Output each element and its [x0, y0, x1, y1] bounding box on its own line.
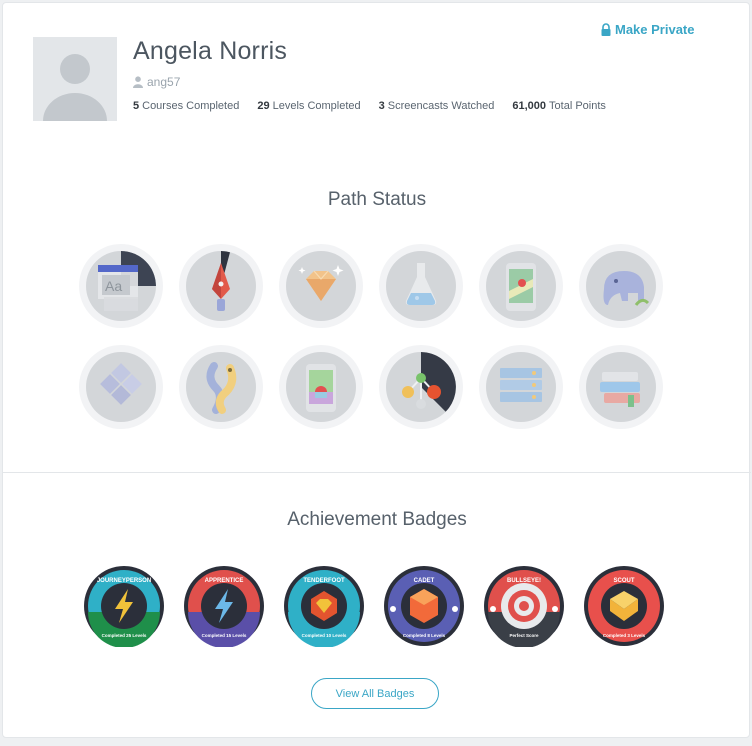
badge-bullseye[interactable]: BULLSEYE! Perfect Score	[483, 565, 565, 648]
make-private-link[interactable]: Make Private	[601, 22, 695, 37]
stat-levels: 29 Levels Completed	[257, 100, 361, 112]
badge-subtitle: Completed 10 Levels	[302, 633, 347, 638]
path-php[interactable]	[579, 244, 663, 328]
make-private-label: Make Private	[615, 22, 695, 37]
badge-cadet[interactable]: CADET Completed 8 Levels	[383, 565, 465, 647]
books-stack-icon	[600, 372, 640, 407]
stat-screencasts: 3 Screencasts Watched	[378, 100, 495, 112]
elephant-icon	[603, 271, 650, 306]
badge-title: APPRENTICE	[205, 578, 244, 584]
user-icon	[133, 76, 143, 88]
avatar-placeholder-icon	[33, 37, 117, 121]
path-science[interactable]	[379, 244, 463, 328]
mobile-app-icon	[306, 364, 336, 412]
profile-stats: 5 Courses Completed 29 Levels Completed 3S…	[133, 100, 606, 112]
lock-icon	[601, 23, 611, 36]
typography-icon: Aa	[98, 251, 156, 311]
path-design[interactable]	[179, 244, 263, 328]
path-status-title: Path Status	[327, 189, 427, 210]
ruby-gem-icon	[298, 265, 344, 301]
path-ux[interactable]	[79, 345, 163, 429]
view-all-badges-button[interactable]: View All Badges	[311, 678, 439, 709]
badge-title: CADET	[414, 578, 435, 584]
badge-subtitle: Perfect Score	[509, 633, 539, 638]
section-divider	[3, 472, 751, 473]
pen-tool-icon	[212, 251, 230, 311]
path-mobile[interactable]	[479, 244, 563, 328]
path-row-1: Aa	[79, 244, 663, 328]
badge-journeyperson[interactable]: JOURNEYPERSON Completed 25 Levels	[83, 565, 165, 648]
path-ruby[interactable]	[279, 244, 363, 328]
badge-subtitle: Completed 15 Levels	[202, 633, 247, 638]
avatar	[33, 37, 117, 121]
svg-text:Aa: Aa	[105, 278, 122, 294]
username-text: ang57	[147, 75, 181, 89]
molecule-icon	[402, 352, 456, 412]
username: ang57	[133, 75, 180, 89]
badge-tenderfoot[interactable]: TENDERFOOT Completed 10 Levels	[283, 565, 365, 648]
path-books[interactable]	[579, 345, 663, 429]
stat-points: 61,000 Total Points	[512, 100, 606, 112]
path-python[interactable]	[179, 345, 263, 429]
badge-list: JOURNEYPERSON Completed 25 Levels APPREN…	[83, 565, 665, 648]
stat-courses: 5 Courses Completed	[133, 100, 240, 112]
profile-card: Angela Norris ang57 5 Courses Completed 2…	[2, 2, 751, 738]
badge-title: TENDERFOOT	[303, 578, 345, 584]
badge-scout[interactable]: SCOUT Completed 3 Levels	[583, 565, 665, 647]
path-javascript[interactable]	[379, 345, 463, 429]
badge-subtitle: Completed 3 Levels	[603, 633, 646, 638]
badge-title: JOURNEYPERSON	[97, 578, 151, 584]
server-rack-icon	[500, 368, 542, 402]
path-database[interactable]	[479, 345, 563, 429]
badge-title: BULLSEYE!	[507, 578, 541, 584]
badge-subtitle: Completed 8 Levels	[403, 633, 446, 638]
achievement-badges-title: Achievement Badges	[287, 509, 467, 530]
mobile-map-icon	[506, 263, 536, 311]
badge-subtitle: Completed 25 Levels	[102, 633, 147, 638]
flask-icon	[405, 263, 437, 305]
python-snakes-icon	[206, 362, 237, 414]
diamond-tiles-icon	[100, 363, 142, 405]
profile-name: Angela Norris	[133, 37, 288, 65]
path-typography[interactable]: Aa	[79, 244, 163, 328]
path-row-2	[79, 345, 663, 429]
badge-apprentice[interactable]: APPRENTICE Completed 15 Levels	[183, 565, 265, 648]
badge-title: SCOUT	[614, 578, 635, 584]
path-ios[interactable]	[279, 345, 363, 429]
